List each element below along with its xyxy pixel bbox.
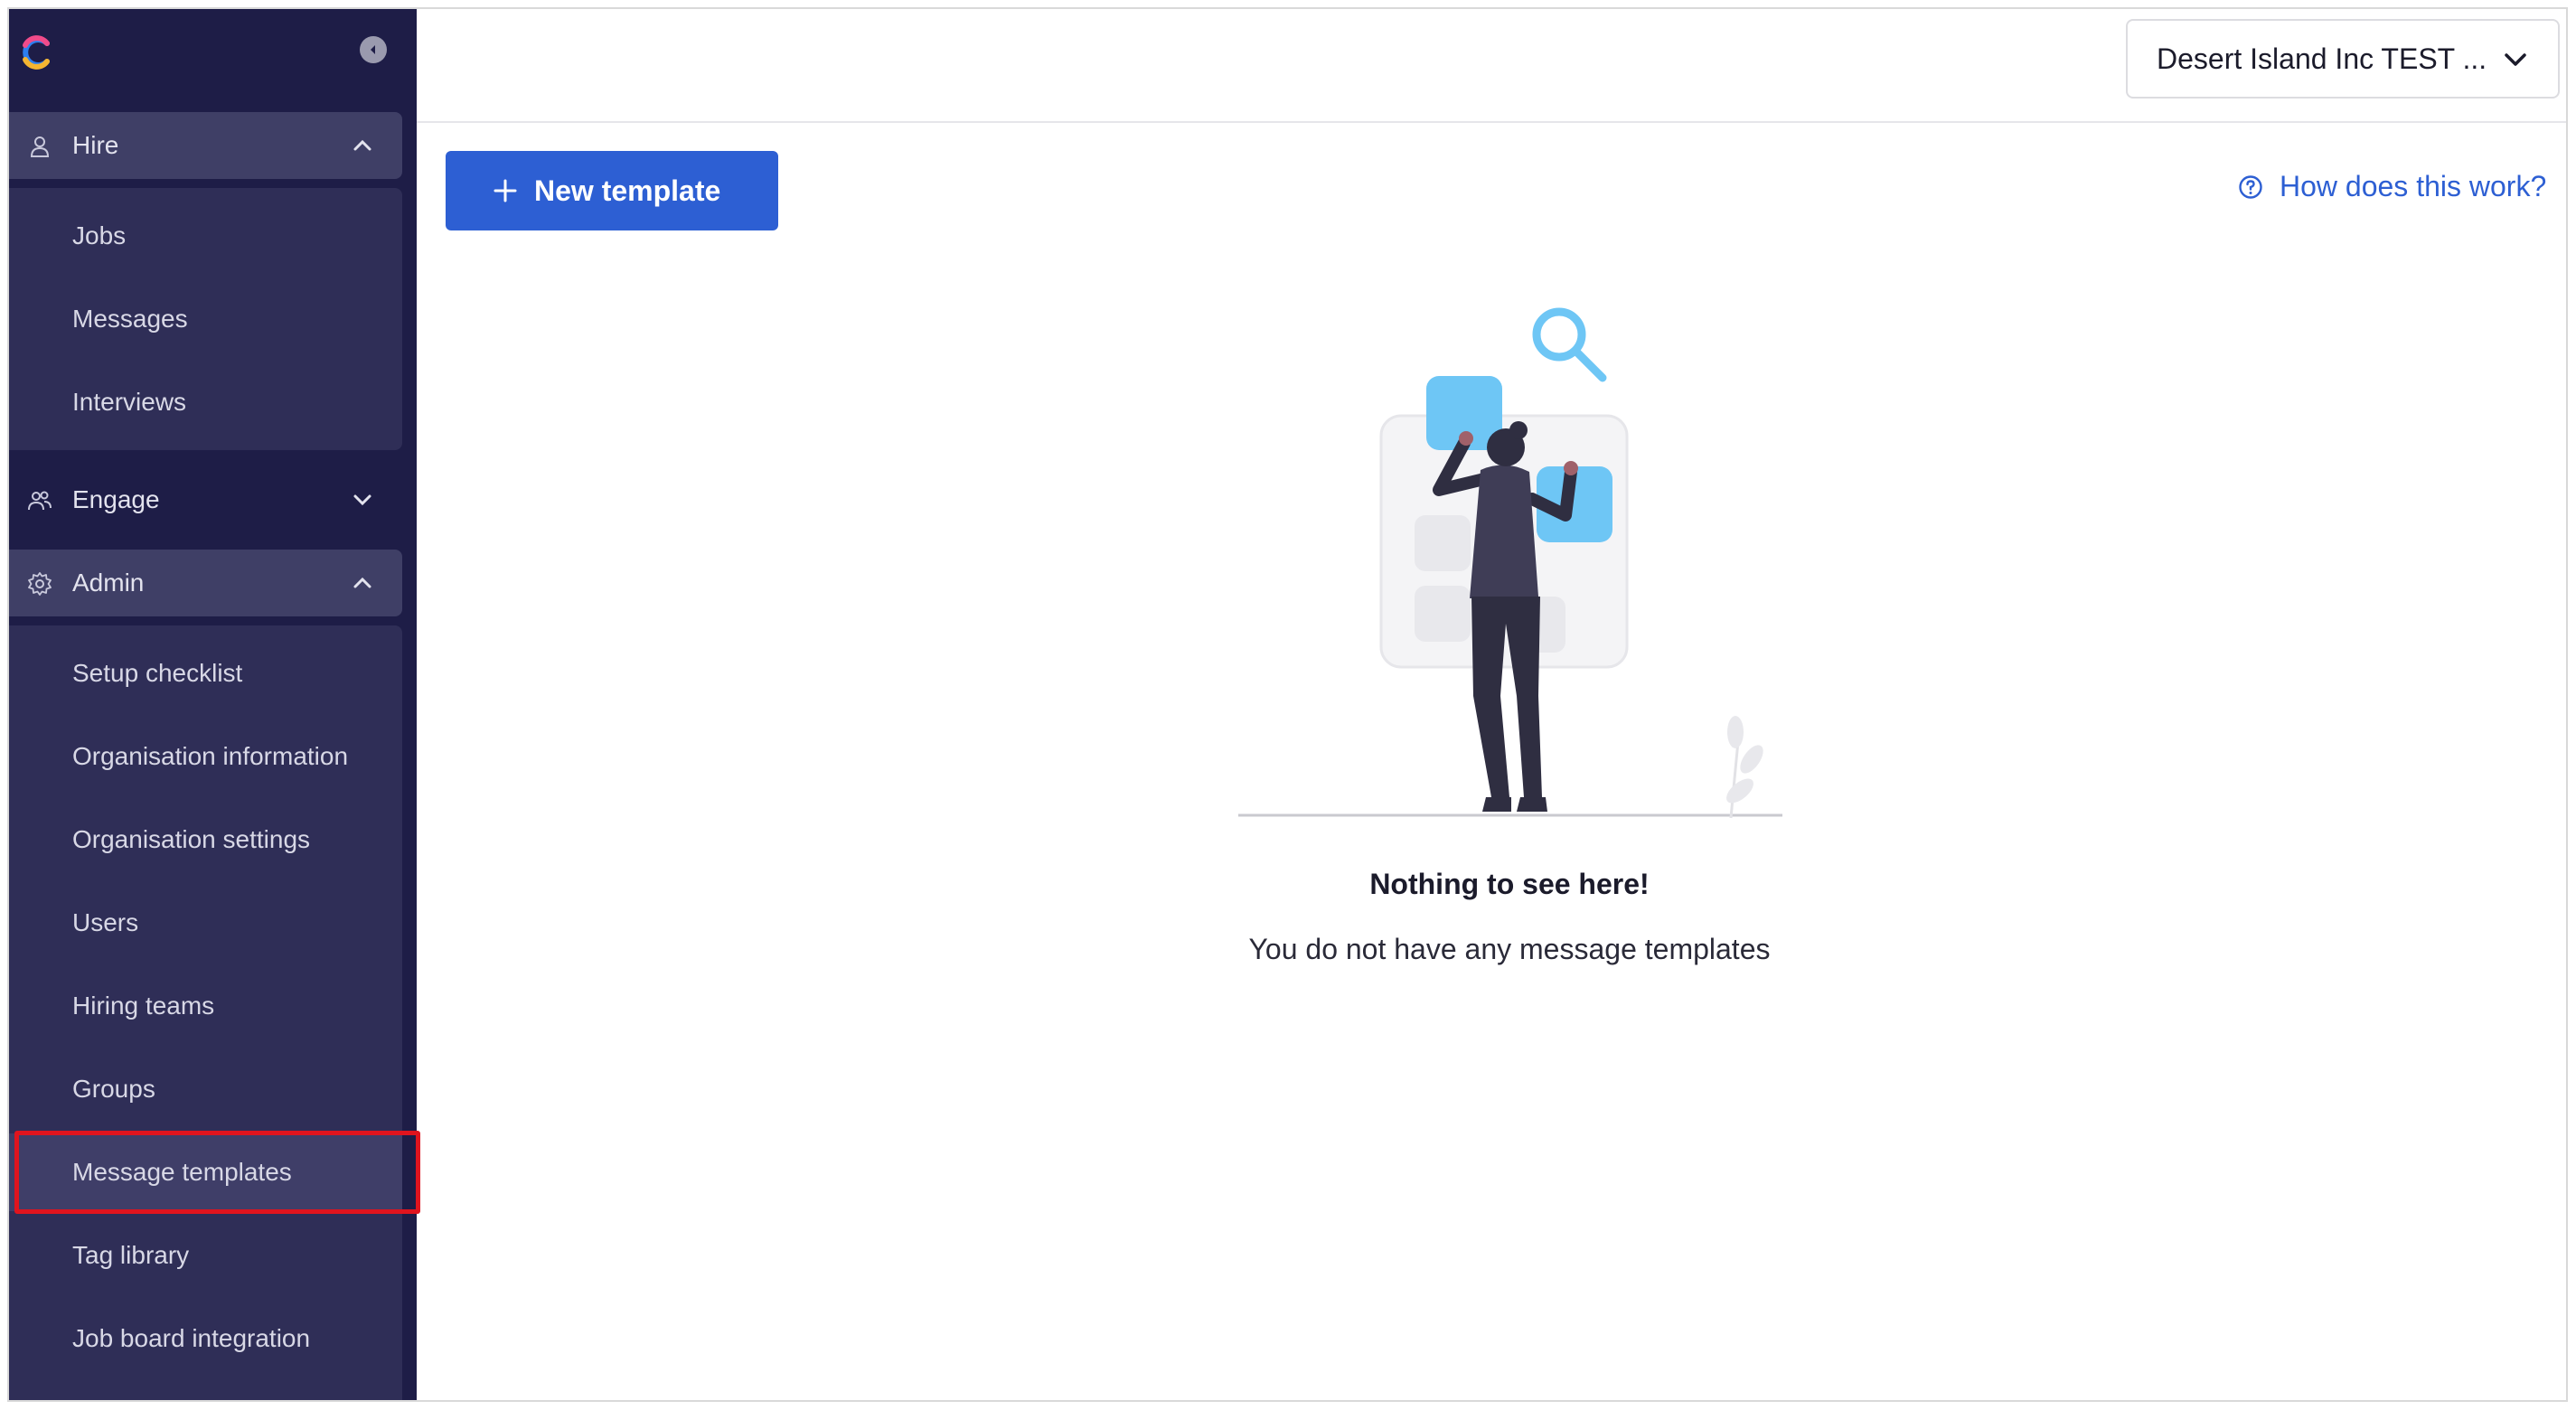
help-circle-icon (2239, 174, 2262, 199)
sidebar-section-label: Hire (72, 131, 119, 159)
sidebar-section-admin[interactable]: Admin (9, 550, 402, 616)
people-icon (28, 491, 52, 511)
new-template-label: New template (534, 174, 721, 207)
empty-state-title: Nothing to see here! (1369, 868, 1650, 900)
chevron-left-icon (371, 45, 375, 54)
sidebar-item-organisation-settings[interactable]: Organisation settings (9, 801, 402, 879)
organisation-selector-value: Desert Island Inc TEST ... (2157, 42, 2487, 75)
app-logo-icon (23, 35, 50, 70)
chevron-down-icon (2505, 53, 2526, 66)
sidebar-item-organisation-information[interactable]: Organisation information (9, 718, 402, 795)
sidebar-section-hire[interactable]: Hire (9, 112, 402, 179)
help-link-label: How does this work? (2280, 170, 2547, 202)
hire-submenu: Jobs Messages Interviews (9, 188, 402, 450)
plus-icon (494, 179, 517, 202)
sidebar-section-label: Admin (72, 569, 145, 597)
sidebar-item-groups[interactable]: Groups (9, 1050, 402, 1128)
sidebar-section-label: Engage (72, 485, 160, 513)
sidebar-item-tag-library[interactable]: Tag library (9, 1217, 402, 1294)
admin-submenu: Setup checklist Organisation information… (9, 625, 402, 1400)
top-bar: Desert Island Inc TEST ... (417, 9, 2566, 123)
chevron-down-icon (353, 494, 371, 506)
sidebar-section-engage[interactable]: Engage (9, 466, 402, 533)
sidebar-item-users[interactable]: Users (9, 884, 402, 962)
sidebar-item-hiring-teams[interactable]: Hiring teams (9, 967, 402, 1045)
chevron-up-icon (353, 139, 371, 151)
sidebar-item-setup-checklist[interactable]: Setup checklist (9, 634, 402, 712)
empty-state-subtitle: You do not have any message templates (1248, 933, 1771, 965)
sidebar-item-messages[interactable]: Messages (9, 280, 402, 358)
person-icon (30, 136, 50, 157)
active-item-highlight (14, 1131, 420, 1214)
collapse-sidebar-button[interactable] (360, 36, 387, 63)
sidebar-item-job-board-integration[interactable]: Job board integration (9, 1300, 402, 1377)
app-window: Hire Jobs Messages Interviews Engage Adm… (7, 7, 2568, 1402)
sidebar-item-jobs[interactable]: Jobs (9, 197, 402, 275)
organisation-selector[interactable]: Desert Island Inc TEST ... (2126, 19, 2560, 99)
new-template-button[interactable]: New template (446, 151, 778, 230)
empty-state-illustration (1238, 307, 1782, 819)
chevron-up-icon (353, 577, 371, 588)
gear-icon (28, 572, 52, 596)
sidebar-item-interviews[interactable]: Interviews (9, 363, 402, 441)
how-does-this-work-link[interactable]: How does this work? (2238, 170, 2546, 203)
